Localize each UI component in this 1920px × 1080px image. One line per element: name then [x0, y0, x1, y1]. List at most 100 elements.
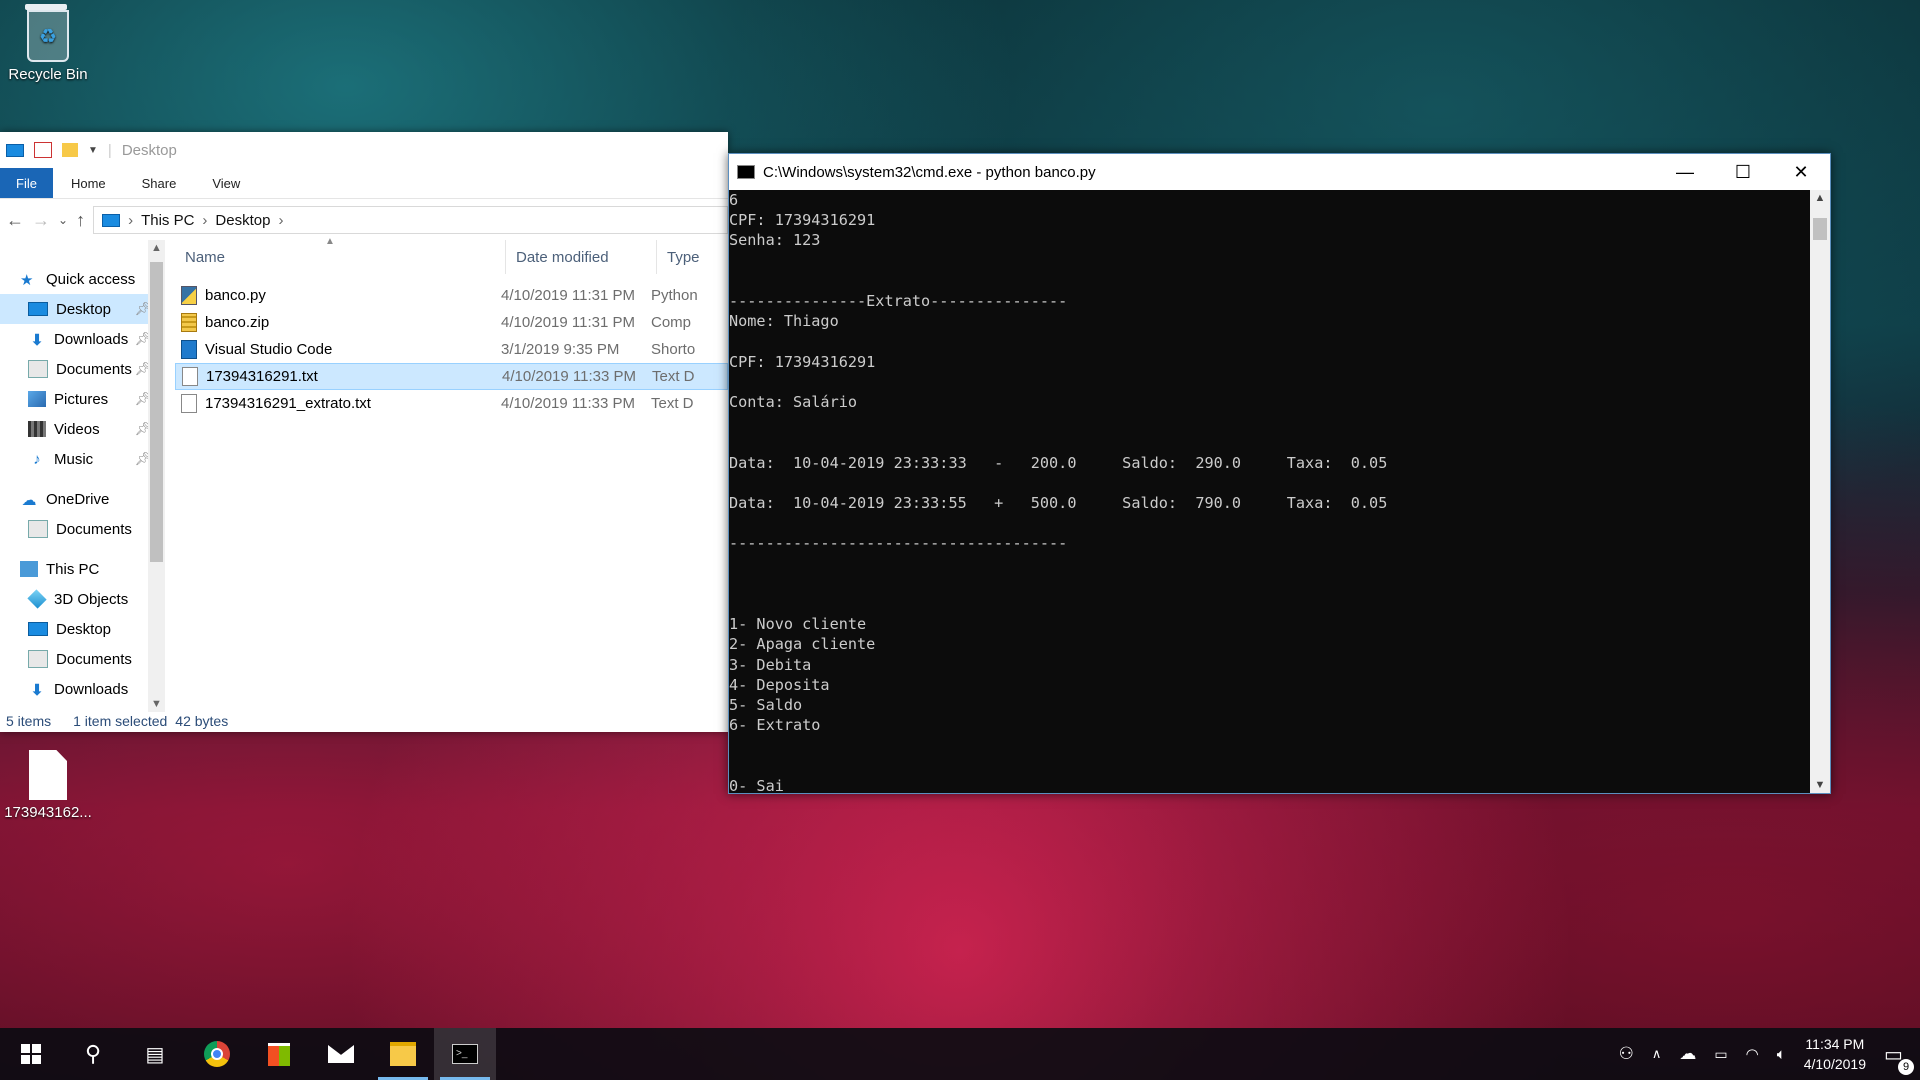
file-explorer-window: ▼ | Desktop File Home Share View ← → ⌄ ↑… — [0, 132, 728, 732]
column-date-modified[interactable]: Date modified — [506, 240, 657, 274]
close-button[interactable]: ✕ — [1772, 154, 1830, 190]
console-line: Conta: Salário — [729, 393, 858, 412]
people-icon[interactable]: ⚇ — [1619, 1044, 1634, 1064]
file-row-banco-zip[interactable]: banco.zip 4/10/2019 11:31 PM Comp — [175, 309, 728, 336]
scrollbar-thumb[interactable] — [150, 262, 163, 562]
nav-scrollbar[interactable]: ▲ ▼ — [148, 240, 165, 712]
battery-icon[interactable]: ▭ — [1714, 1046, 1727, 1063]
scroll-up-arrow-icon[interactable]: ▲ — [148, 242, 165, 254]
this-pc-icon — [102, 213, 121, 227]
nav-item-desktop[interactable]: Desktop 📌︎ — [0, 294, 165, 324]
nav-item-videos[interactable]: Videos 📌︎ — [0, 414, 165, 444]
console-line: Data: 10-04-2019 23:33:55 + 500.0 Saldo:… — [729, 494, 1388, 513]
file-type: Shorto — [651, 341, 696, 358]
wifi-icon[interactable]: ◠ — [1746, 1045, 1759, 1063]
quick-access-toolbar-dropdown-icon[interactable]: ▼ — [88, 145, 98, 156]
search-button[interactable]: ⚲ — [62, 1028, 124, 1080]
text-file-desktop-icon[interactable]: 173943162... — [0, 750, 96, 821]
videos-icon — [28, 421, 46, 437]
cmd-scrollbar[interactable]: ▲ ▼ — [1810, 190, 1830, 793]
nav-item-music[interactable]: ♪ Music 📌︎ — [0, 444, 165, 474]
nav-item-onedrive-documents[interactable]: Documents — [0, 514, 165, 544]
file-name: banco.py — [205, 287, 266, 304]
task-view-button[interactable]: ▤ — [124, 1028, 186, 1080]
nav-quick-access[interactable]: ★ Quick access — [0, 264, 165, 294]
show-hidden-icons-chevron-icon[interactable]: ∧ — [1652, 1046, 1662, 1062]
properties-icon[interactable] — [34, 142, 52, 158]
tab-view[interactable]: View — [194, 168, 258, 198]
status-item-count: 5 items — [6, 713, 52, 729]
cloud-icon: ☁ — [21, 492, 37, 509]
nav-item-pictures[interactable]: Pictures 📌︎ — [0, 384, 165, 414]
nav-label: OneDrive — [46, 490, 110, 508]
tab-home[interactable]: Home — [53, 168, 124, 198]
clock[interactable]: 11:34 PM 4/10/2019 — [1804, 1034, 1866, 1074]
taskbar-chrome[interactable] — [186, 1028, 248, 1080]
taskbar-mail[interactable] — [310, 1028, 372, 1080]
maximize-button[interactable]: ☐ — [1714, 154, 1772, 190]
navigation-pane: ★ Quick access Desktop 📌︎ ⬇ Downloads 📌︎… — [0, 240, 165, 712]
file-row-17394316291-txt[interactable]: 17394316291.txt 4/10/2019 11:33 PM Text … — [175, 363, 728, 390]
taskbar-file-explorer[interactable] — [372, 1028, 434, 1080]
vscode-shortcut-icon — [181, 340, 197, 359]
onedrive-cloud-icon[interactable]: ☁ — [1679, 1044, 1696, 1064]
taskbar-cmd[interactable]: >_ — [434, 1028, 496, 1080]
pictures-icon — [28, 391, 46, 407]
volume-muted-icon[interactable]: 🔈︎ — [1777, 1046, 1786, 1063]
new-folder-icon[interactable] — [62, 143, 78, 157]
nav-label: Desktop — [56, 620, 112, 638]
nav-label: Downloads — [54, 680, 129, 698]
up-arrow-icon[interactable]: ↑ — [76, 210, 85, 231]
start-button[interactable] — [0, 1028, 62, 1080]
console-line: 1- Novo cliente — [729, 615, 867, 634]
back-arrow-icon[interactable]: ← — [6, 210, 24, 231]
nav-item-pc-documents[interactable]: Documents — [0, 644, 165, 674]
nav-label: Videos — [54, 420, 100, 438]
file-name: 17394316291_extrato.txt — [205, 395, 371, 412]
scroll-down-arrow-icon[interactable]: ▼ — [1810, 779, 1830, 791]
explorer-body: ★ Quick access Desktop 📌︎ ⬇ Downloads 📌︎… — [0, 236, 728, 712]
documents-icon — [28, 360, 48, 378]
column-name[interactable]: Name — [175, 240, 506, 274]
console-line: 0- Sai — [729, 776, 784, 793]
file-row-banco-py[interactable]: banco.py 4/10/2019 11:31 PM Python — [175, 282, 728, 309]
chevron-right-icon[interactable]: › — [202, 212, 207, 229]
console-line: ------------------------------------- — [729, 534, 1068, 553]
file-row-vscode[interactable]: Visual Studio Code 3/1/2019 9:35 PM Shor… — [175, 336, 728, 363]
scroll-up-arrow-icon[interactable]: ▲ — [1810, 192, 1830, 204]
action-center-button[interactable]: ▭ 9 — [1884, 1042, 1914, 1075]
nav-onedrive[interactable]: ☁ OneDrive — [0, 484, 165, 514]
file-row-extrato-txt[interactable]: 17394316291_extrato.txt 4/10/2019 11:33 … — [175, 390, 728, 417]
nav-item-pc-downloads[interactable]: ⬇ Downloads — [0, 674, 165, 704]
nav-item-downloads[interactable]: ⬇ Downloads 📌︎ — [0, 324, 165, 354]
forward-arrow-icon[interactable]: → — [32, 210, 50, 231]
breadcrumb-desktop[interactable]: Desktop — [215, 212, 270, 229]
minimize-button[interactable]: — — [1656, 154, 1714, 190]
nav-item-pc-desktop[interactable]: Desktop — [0, 614, 165, 644]
nav-item-documents[interactable]: Documents 📌︎ — [0, 354, 165, 384]
file-date: 3/1/2019 9:35 PM — [501, 341, 620, 358]
recent-locations-chevron-icon[interactable]: ⌄ — [58, 213, 68, 227]
nav-item-3d-objects[interactable]: 3D Objects — [0, 584, 165, 614]
nav-this-pc[interactable]: This PC — [0, 554, 165, 584]
chevron-right-icon[interactable]: › — [128, 212, 133, 229]
tab-file[interactable]: File — [0, 168, 53, 198]
nav-label: This PC — [46, 560, 100, 578]
status-selection: 1 item selected — [73, 713, 168, 729]
recycle-bin-desktop-icon[interactable]: ♻ Recycle Bin — [0, 4, 96, 83]
console-output[interactable]: 6 CPF: 17394316291 Senha: 123 ------------… — [729, 190, 1810, 793]
tab-share[interactable]: Share — [124, 168, 195, 198]
column-type[interactable]: Type — [657, 240, 700, 274]
breadcrumb-this-pc[interactable]: This PC — [141, 212, 194, 229]
scrollbar-thumb[interactable] — [1813, 218, 1827, 240]
taskbar-store[interactable] — [248, 1028, 310, 1080]
scroll-down-arrow-icon[interactable]: ▼ — [148, 698, 165, 710]
chevron-right-icon[interactable]: › — [278, 212, 283, 229]
ribbon-tabs: File Home Share View — [0, 168, 728, 199]
address-bar[interactable]: › This PC › Desktop › — [93, 206, 728, 234]
column-headers: ▲ Name Date modified Type — [175, 236, 728, 274]
